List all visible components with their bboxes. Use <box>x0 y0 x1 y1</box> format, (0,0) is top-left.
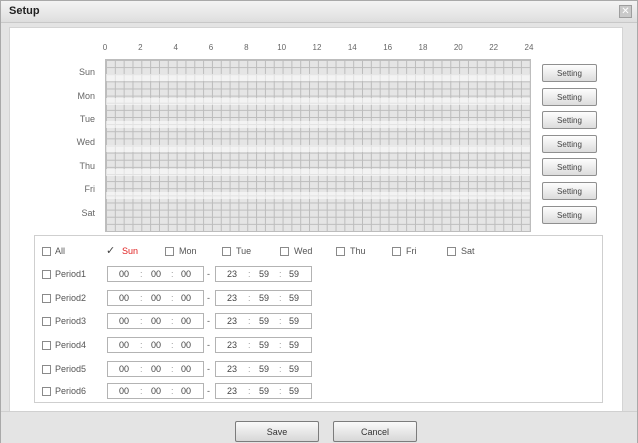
day-option-fri: Fri <box>406 246 417 256</box>
hour-label: 22 <box>489 43 499 52</box>
all-checkbox[interactable] <box>42 247 51 256</box>
setting-button-thu[interactable]: Setting <box>542 158 597 176</box>
period-checkbox[interactable] <box>42 387 51 396</box>
day-label-thu: Thu <box>79 161 95 171</box>
close-icon[interactable]: ✕ <box>619 5 632 18</box>
period-label: Period2 <box>55 293 87 303</box>
range-dash: - <box>207 386 210 396</box>
setting-button-tue[interactable]: Setting <box>542 111 597 129</box>
period-label: Period3 <box>55 316 87 326</box>
day-checkbox-mon[interactable] <box>165 247 174 256</box>
row-divider <box>106 145 530 152</box>
range-dash: - <box>207 364 210 374</box>
hour-label: 18 <box>418 43 428 52</box>
cancel-button[interactable]: Cancel <box>333 421 417 442</box>
start-time-input[interactable]: 00: 00: 00 <box>107 313 204 329</box>
period-label: Period6 <box>55 386 87 396</box>
hour-label: 12 <box>312 43 322 52</box>
setting-button-mon[interactable]: Setting <box>542 88 597 106</box>
setting-button-sun[interactable]: Setting <box>542 64 597 82</box>
hour-label: 6 <box>208 43 214 52</box>
checkmark-icon[interactable]: ✓ <box>106 244 115 257</box>
end-time-input[interactable]: 23: 59: 59 <box>215 290 312 306</box>
range-dash: - <box>207 293 210 303</box>
save-button[interactable]: Save <box>235 421 319 442</box>
start-time-input[interactable]: 00: 00: 00 <box>107 266 204 282</box>
end-time-input[interactable]: 23: 59: 59 <box>215 361 312 377</box>
range-dash: - <box>207 316 210 326</box>
end-time-input[interactable]: 23: 59: 59 <box>215 266 312 282</box>
period-checkbox[interactable] <box>42 341 51 350</box>
row-divider <box>106 192 530 199</box>
day-checkbox-fri[interactable] <box>392 247 401 256</box>
start-time-input[interactable]: 00: 00: 00 <box>107 361 204 377</box>
dialog-footer: Save Cancel <box>1 411 637 443</box>
schedule-grid[interactable] <box>105 59 531 232</box>
row-divider <box>106 169 530 176</box>
day-checkbox-sat[interactable] <box>447 247 456 256</box>
range-dash: - <box>207 340 210 350</box>
day-checkbox-wed[interactable] <box>280 247 289 256</box>
period-label: Period5 <box>55 364 87 374</box>
day-option-sat: Sat <box>461 246 475 256</box>
day-option-sun: Sun <box>122 246 139 256</box>
row-divider <box>106 98 530 105</box>
row-divider <box>106 121 530 128</box>
day-label-fri: Fri <box>84 184 96 194</box>
row-divider <box>106 74 530 81</box>
hour-label: 24 <box>524 43 534 52</box>
hour-label: 14 <box>347 43 357 52</box>
setting-button-fri[interactable]: Setting <box>542 182 597 200</box>
hour-label: 10 <box>277 43 287 52</box>
day-option-tue: Tue <box>236 246 252 256</box>
all-label: All <box>55 246 66 256</box>
hour-label: 8 <box>244 43 249 52</box>
hour-label: 16 <box>383 43 393 52</box>
end-time-input[interactable]: 23: 59: 59 <box>215 313 312 329</box>
day-label-tue: Tue <box>79 114 95 124</box>
day-checkbox-thu[interactable] <box>336 247 345 256</box>
day-label-mon: Mon <box>77 91 95 101</box>
hour-label: 2 <box>138 43 143 52</box>
day-label-sun: Sun <box>78 67 95 77</box>
start-time-input[interactable]: 00: 00: 00 <box>107 383 204 399</box>
setting-button-sat[interactable]: Setting <box>542 206 597 224</box>
range-dash: - <box>207 269 210 279</box>
day-option-wed: Wed <box>294 246 313 256</box>
setting-button-wed[interactable]: Setting <box>542 135 597 153</box>
hour-label: 20 <box>453 43 463 52</box>
setup-dialog: Setup ✕ 0 2 4 6 8 10 12 14 16 18 20 22 2… <box>0 0 638 443</box>
period-checkbox[interactable] <box>42 294 51 303</box>
start-time-input[interactable]: 00: 00: 00 <box>107 337 204 353</box>
period-checkbox[interactable] <box>42 317 51 326</box>
hour-label: 0 <box>102 43 108 52</box>
dialog-title: Setup <box>9 5 40 17</box>
hour-label: 4 <box>173 43 178 52</box>
end-time-input[interactable]: 23: 59: 59 <box>215 383 312 399</box>
day-option-mon: Mon <box>179 246 197 256</box>
day-label-wed: Wed <box>76 137 95 147</box>
period-label: Period1 <box>55 269 87 279</box>
period-label: Period4 <box>55 340 87 350</box>
period-checkbox[interactable] <box>42 270 51 279</box>
day-checkbox-tue[interactable] <box>222 247 231 256</box>
end-time-input[interactable]: 23: 59: 59 <box>215 337 312 353</box>
dialog-titlebar: Setup ✕ <box>1 1 637 23</box>
period-checkbox[interactable] <box>42 365 51 374</box>
day-option-thu: Thu <box>350 246 366 256</box>
start-time-input[interactable]: 00: 00: 00 <box>107 290 204 306</box>
day-label-sat: Sat <box>81 208 95 218</box>
